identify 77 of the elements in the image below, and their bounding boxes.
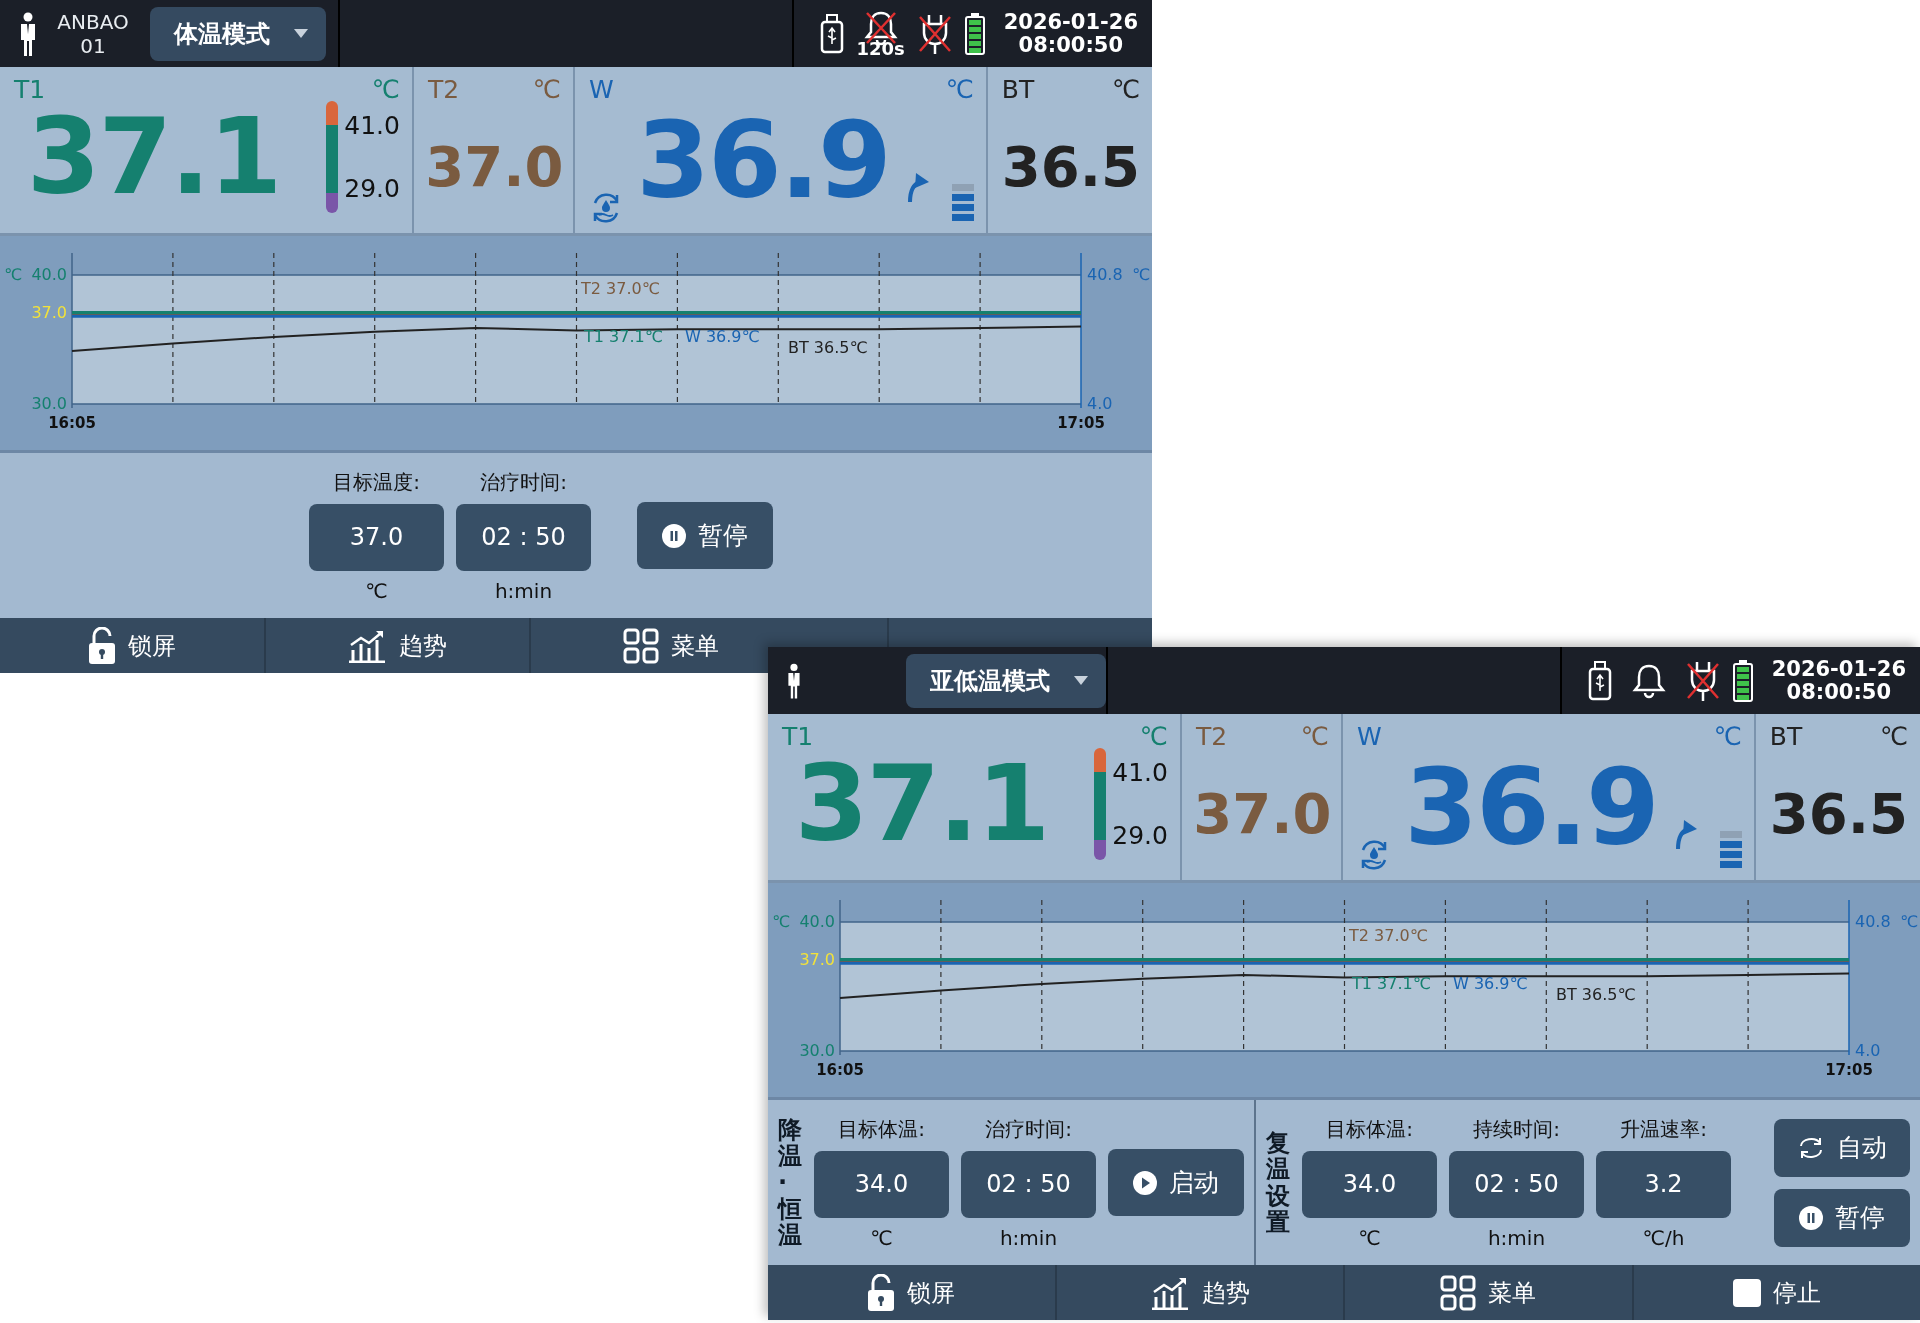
section-title: 降温·恒温 [778, 1116, 802, 1249]
scale-high-value: 41.0 [344, 111, 400, 140]
date-text: 2026-01-26 [1003, 10, 1138, 34]
field-label: 升温速率: [1620, 1115, 1707, 1143]
channel-label: T2 [1195, 722, 1228, 752]
y-tick-label: 40.0 [799, 911, 835, 931]
series-annotation: W 36.9℃ [685, 326, 760, 346]
x-tick-label: 17:05 [1057, 414, 1105, 432]
series-annotation: T1 37.1℃ [584, 326, 663, 346]
channel-label: W [588, 75, 614, 105]
y-tick-label: 4.0 [1855, 1040, 1881, 1060]
unit-label: ℃ [1879, 722, 1908, 752]
unit-label: ℃ [1358, 1225, 1381, 1250]
unit-label: ℃ [1300, 722, 1329, 752]
series-annotation: T2 37.0℃ [581, 278, 660, 298]
x-tick-label: 16:05 [48, 414, 96, 432]
unit-label: h:min [494, 578, 553, 603]
field-label: 治疗时间: [480, 468, 567, 496]
scale-low-value: 29.0 [344, 174, 400, 203]
alarm-timer: 120s [856, 39, 905, 58]
field-label: 持续时间: [1473, 1115, 1560, 1143]
y-tick-label: 37.0 [799, 950, 835, 970]
y-tick-label: 40.8 [1855, 911, 1891, 931]
field-label: 目标温度: [333, 468, 420, 496]
temperature-value: 37.0 [1193, 780, 1332, 846]
axis-unit: ℃ [4, 264, 22, 284]
y-tick-label: 30.0 [799, 1040, 835, 1060]
device-name: ANBAO [57, 9, 129, 34]
channel-label: T1 [782, 722, 814, 752]
unit-label: ℃ [945, 75, 974, 105]
temperature-value: 36.9 [1404, 755, 1658, 861]
series-annotation: BT 36.5℃ [1556, 984, 1636, 1004]
unit-label: ℃ [1139, 722, 1168, 752]
unit-label: ℃ [365, 578, 388, 603]
channel-label: BT [1001, 75, 1035, 105]
y-tick-label: 40.8 [1087, 264, 1123, 284]
unit-label: ℃ [1111, 75, 1140, 105]
series-annotation: W 36.9℃ [1453, 973, 1528, 993]
y-tick-label: 4.0 [1087, 393, 1113, 413]
unit-label: ℃ [870, 1225, 893, 1250]
channel-label: T2 [427, 75, 460, 105]
series-annotation: T2 37.0℃ [1349, 925, 1428, 945]
x-tick-label: 17:05 [1825, 1061, 1873, 1079]
section-title: 复温设置 [1266, 1129, 1290, 1236]
y-tick-label: 37.0 [31, 303, 67, 323]
field-label: 治疗时间: [985, 1115, 1072, 1143]
scale-low-value: 29.0 [1112, 821, 1168, 850]
field-label: 目标体温: [838, 1115, 925, 1143]
scale-high-value: 41.0 [1112, 758, 1168, 787]
unit-label: h:min [999, 1225, 1058, 1250]
unit-label: ℃ [371, 75, 400, 105]
unit-label: ℃/h [1642, 1225, 1685, 1250]
temperature-value: 37.1 [26, 104, 281, 210]
y-tick-label: 40.0 [31, 264, 67, 284]
axis-unit: ℃ [1900, 911, 1918, 931]
channel-label: T1 [14, 75, 46, 105]
x-tick-label: 16:05 [816, 1061, 864, 1079]
device-number: 01 [80, 33, 106, 58]
axis-unit: ℃ [1132, 264, 1150, 284]
y-tick-label: 30.0 [31, 393, 67, 413]
temperature-value: 37.0 [425, 133, 564, 199]
field-label: 目标体温: [1326, 1115, 1413, 1143]
time-text: 08:00:50 [1018, 33, 1124, 57]
series-annotation: T1 37.1℃ [1352, 973, 1431, 993]
unit-label: ℃ [532, 75, 561, 105]
axis-unit: ℃ [772, 911, 790, 931]
date-text: 2026-01-26 [1771, 657, 1906, 681]
time-text: 08:00:50 [1786, 680, 1892, 704]
channel-label: W [1356, 722, 1382, 752]
temperature-value: 36.9 [636, 108, 890, 214]
series-annotation: BT 36.5℃ [788, 337, 868, 357]
channel-label: BT [1769, 722, 1803, 752]
temperature-value: 37.1 [794, 751, 1049, 857]
unit-label: h:min [1487, 1225, 1546, 1250]
temperature-value: 36.5 [1769, 780, 1908, 846]
temperature-value: 36.5 [1001, 133, 1140, 199]
unit-label: ℃ [1713, 722, 1742, 752]
